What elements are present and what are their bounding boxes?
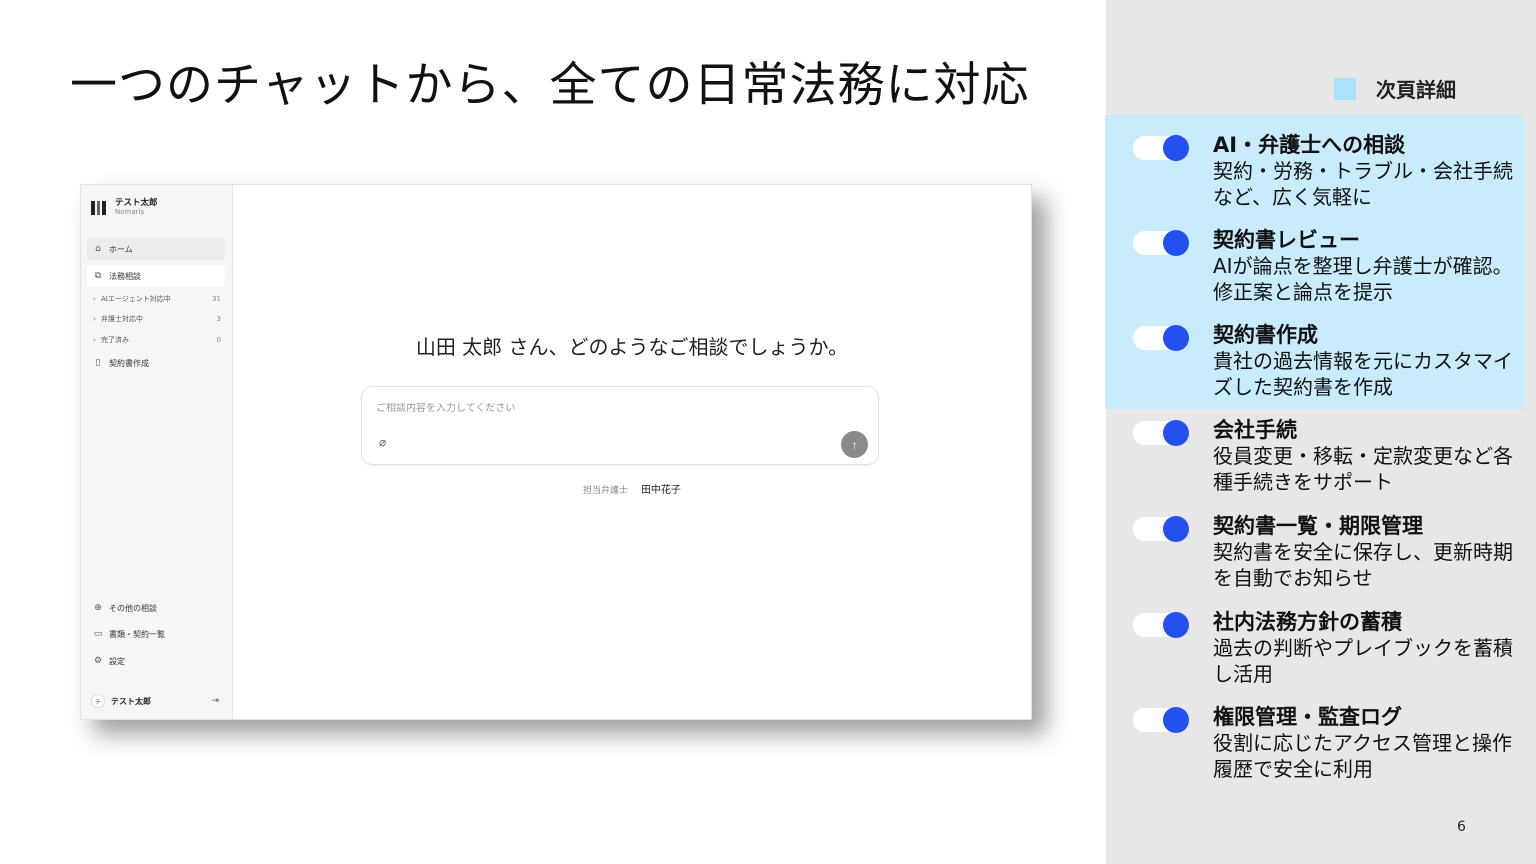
sidebar-item-label: その他の相談 [109,603,157,613]
toggle-switch[interactable] [1133,516,1189,542]
sidebar-item-legal-consult[interactable]: ⧉ 法務相談 [87,265,225,287]
toggle-knob [1163,612,1189,638]
home-icon: ⌂ [95,244,101,254]
brand: テスト太郎 Nomaris [91,198,158,217]
main-area: 山田 太郎 さん、どのようなご相談でしょうか。 ⌀ ↑ 担当弁護士 田中花子 [233,185,1031,719]
feature-title: 契約書一覧・期限管理 [1213,514,1423,538]
feature-desc: 役員変更・移転・定款変更など各種手続きをサポート [1213,444,1513,494]
sidebar-subitem-lawyer[interactable]: › 弁護士対応中 3 [93,311,221,327]
feature-title: AI・弁護士への相談 [1213,133,1406,157]
sidebar-item-documents[interactable]: ▭ 書類・契約一覧 [87,623,225,645]
page-number: 6 [1457,819,1466,835]
feature-desc: 役割に応じたアクセス管理と操作履歴で安全に利用 [1213,731,1512,781]
greeting: 山田 太郎 さん、どのようなご相談でしょうか。 [415,335,849,359]
toggle-switch[interactable] [1133,230,1189,256]
sidebar-item-label: 書類・契約一覧 [109,629,165,639]
sidebar-item-contract-create[interactable]: ▯ 契約書作成 [87,352,225,374]
toggle-switch[interactable] [1133,707,1189,733]
toggle-knob [1163,420,1189,446]
document-icon: ▯ [95,358,101,368]
count-badge: 0 [216,336,221,344]
plus-circle-icon: ⊕ [94,603,102,613]
sidebar-item-settings[interactable]: ⚙ 設定 [87,650,225,672]
chat-icon: ⧉ [94,271,102,281]
legend-swatch [1334,77,1356,100]
lawyer-label: 担当弁護士 [583,486,629,496]
gear-icon: ⚙ [93,656,103,666]
send-button[interactable]: ↑ [841,431,868,458]
folder-icon: ▭ [93,629,103,639]
legend: 次頁詳細 [1334,74,1456,103]
sidebar-item-label: 法務相談 [109,271,141,281]
arrow-up-icon: ↑ [851,437,858,452]
sidebar-subitem-ai-agent[interactable]: › AIエージェント対応中 31 [93,291,221,307]
count-badge: 3 [216,315,221,323]
feature-desc: 契約書を安全に保存し、更新時期を自動でお知らせ [1213,540,1513,590]
chat-box: ⌀ ↑ [361,386,879,465]
sidebar-item-label: 契約書作成 [109,358,149,368]
toggle-switch[interactable] [1133,325,1189,351]
lawyer-name: 田中花子 [640,485,681,496]
app-screenshot: テスト太郎 Nomaris ⌂ ホーム ⧉ 法務相談 › AIエージェント対応中… [80,184,1032,720]
feature-title: 会社手続 [1213,418,1297,442]
feature-title: 契約書作成 [1213,323,1318,347]
feature-title: 社内法務方針の蓄積 [1213,610,1402,634]
feature-desc: AIが論点を整理し弁護士が確認。修正案と論点を提示 [1213,254,1513,304]
legend-label: 次頁詳細 [1376,78,1456,102]
avatar: テ [91,694,105,708]
toggle-knob [1163,325,1189,351]
toggle-knob [1163,230,1189,256]
feature-title: 権限管理・監査ログ [1213,705,1402,729]
sidebar-item-label: ホーム [109,244,133,254]
feature-title: 契約書レビュー [1213,228,1360,252]
sidebar-subitem-completed[interactable]: › 完了済み 0 [93,332,221,348]
toggle-knob [1163,135,1189,161]
feature-desc: 過去の判断やプレイブックを蓄積し活用 [1213,636,1513,686]
brand-logo-icon [91,200,107,215]
slide-title: 一つのチャットから、全ての日常法務に対応 [70,58,1030,113]
toggle-switch[interactable] [1133,612,1189,638]
chevron-right-icon: › [93,295,96,303]
count-badge: 31 [212,295,221,303]
toggle-switch[interactable] [1133,420,1189,446]
sidebar: テスト太郎 Nomaris ⌂ ホーム ⧉ 法務相談 › AIエージェント対応中… [81,185,233,719]
brand-sub: Nomaris [115,208,145,216]
user-name: テスト太郎 [111,696,151,706]
feature-desc: 貴社の過去情報を元にカスタマイズした契約書を作成 [1213,349,1513,399]
feature-desc: 契約・労務・トラブル・会社手続など、広く気軽に [1213,159,1513,209]
sidebar-item-other-consult[interactable]: ⊕ その他の相談 [87,597,225,619]
lawyer-row: 担当弁護士 田中花子 [233,481,1031,496]
paperclip-icon[interactable]: ⌀ [379,435,386,449]
brand-name: テスト太郎 [115,198,158,208]
sidebar-item-home[interactable]: ⌂ ホーム [87,238,225,260]
chevron-right-icon: › [93,315,96,323]
chat-input[interactable] [376,403,816,414]
chevron-right-icon: › [93,336,96,344]
toggle-switch[interactable] [1133,135,1189,161]
logout-icon[interactable]: ⇥ [211,696,219,706]
toggle-knob [1163,707,1189,733]
toggle-knob [1163,516,1189,542]
user-row[interactable]: テ テスト太郎 ⇥ [91,693,219,709]
sidebar-item-label: 設定 [109,656,125,666]
